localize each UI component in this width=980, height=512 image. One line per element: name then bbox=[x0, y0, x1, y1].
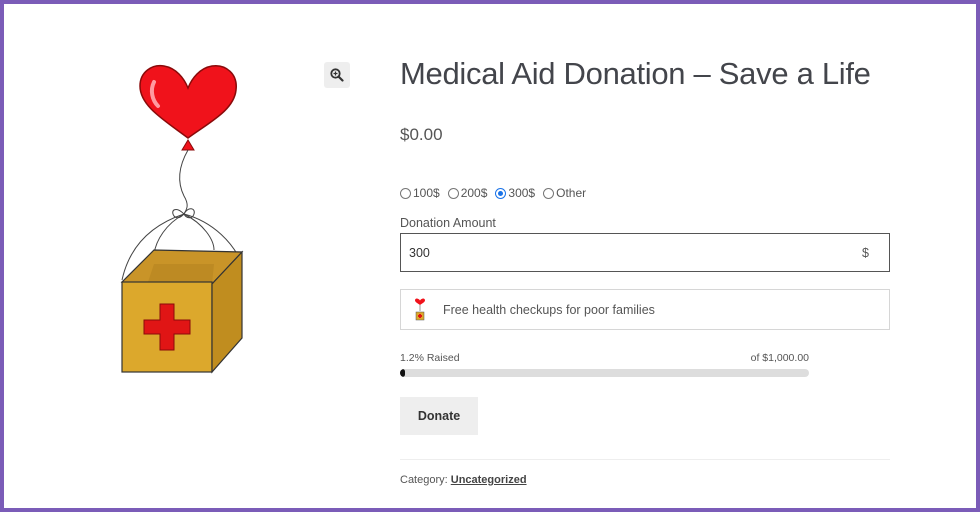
radio-other[interactable] bbox=[543, 187, 555, 199]
donation-amount-options: 100$ 200$ 300$ Other bbox=[400, 186, 586, 200]
amount-option-200[interactable]: 200$ bbox=[447, 186, 488, 200]
product-price: $0.00 bbox=[400, 125, 443, 144]
amount-option-other[interactable]: Other bbox=[543, 186, 586, 200]
amount-option-300[interactable]: 300$ bbox=[495, 186, 535, 200]
radio-200[interactable] bbox=[447, 187, 459, 199]
product-meta: Category: Uncategorized bbox=[400, 474, 527, 486]
amount-option-label: 100$ bbox=[413, 186, 440, 200]
campaign-thumbnail-icon bbox=[415, 297, 425, 320]
goal-amount: of $1,000.00 bbox=[750, 352, 809, 364]
donation-amount-label: Donation Amount bbox=[400, 216, 496, 230]
donation-amount-input[interactable] bbox=[409, 245, 863, 260]
page-frame: Medical Aid Donation – Save a Life $0.00… bbox=[4, 4, 976, 508]
amount-option-label: 200$ bbox=[460, 186, 488, 200]
progress-fill bbox=[400, 369, 405, 377]
category-link[interactable]: Uncategorized bbox=[451, 474, 527, 486]
raised-percentage: 1.2% Raised bbox=[400, 352, 460, 364]
campaign-card[interactable]: Free health checkups for poor families bbox=[400, 289, 890, 330]
amount-option-label: Other bbox=[556, 186, 587, 200]
currency-symbol: $ bbox=[862, 245, 869, 260]
category-prefix: Category: bbox=[400, 474, 451, 486]
product-title: Medical Aid Donation – Save a Life bbox=[400, 56, 871, 91]
radio-100[interactable] bbox=[400, 187, 411, 199]
amount-option-100[interactable]: 100$ bbox=[400, 186, 440, 200]
campaign-title: Free health checkups for poor families bbox=[443, 302, 655, 317]
zoom-button[interactable] bbox=[324, 62, 350, 88]
zoom-in-icon bbox=[330, 68, 344, 82]
donation-amount-field[interactable]: $ bbox=[400, 233, 890, 272]
product-image bbox=[120, 64, 244, 374]
divider bbox=[400, 459, 890, 460]
amount-option-label: 300$ bbox=[508, 186, 536, 200]
radio-300[interactable] bbox=[495, 187, 507, 199]
progress-bar bbox=[400, 369, 809, 377]
donate-button[interactable]: Donate bbox=[400, 397, 478, 435]
